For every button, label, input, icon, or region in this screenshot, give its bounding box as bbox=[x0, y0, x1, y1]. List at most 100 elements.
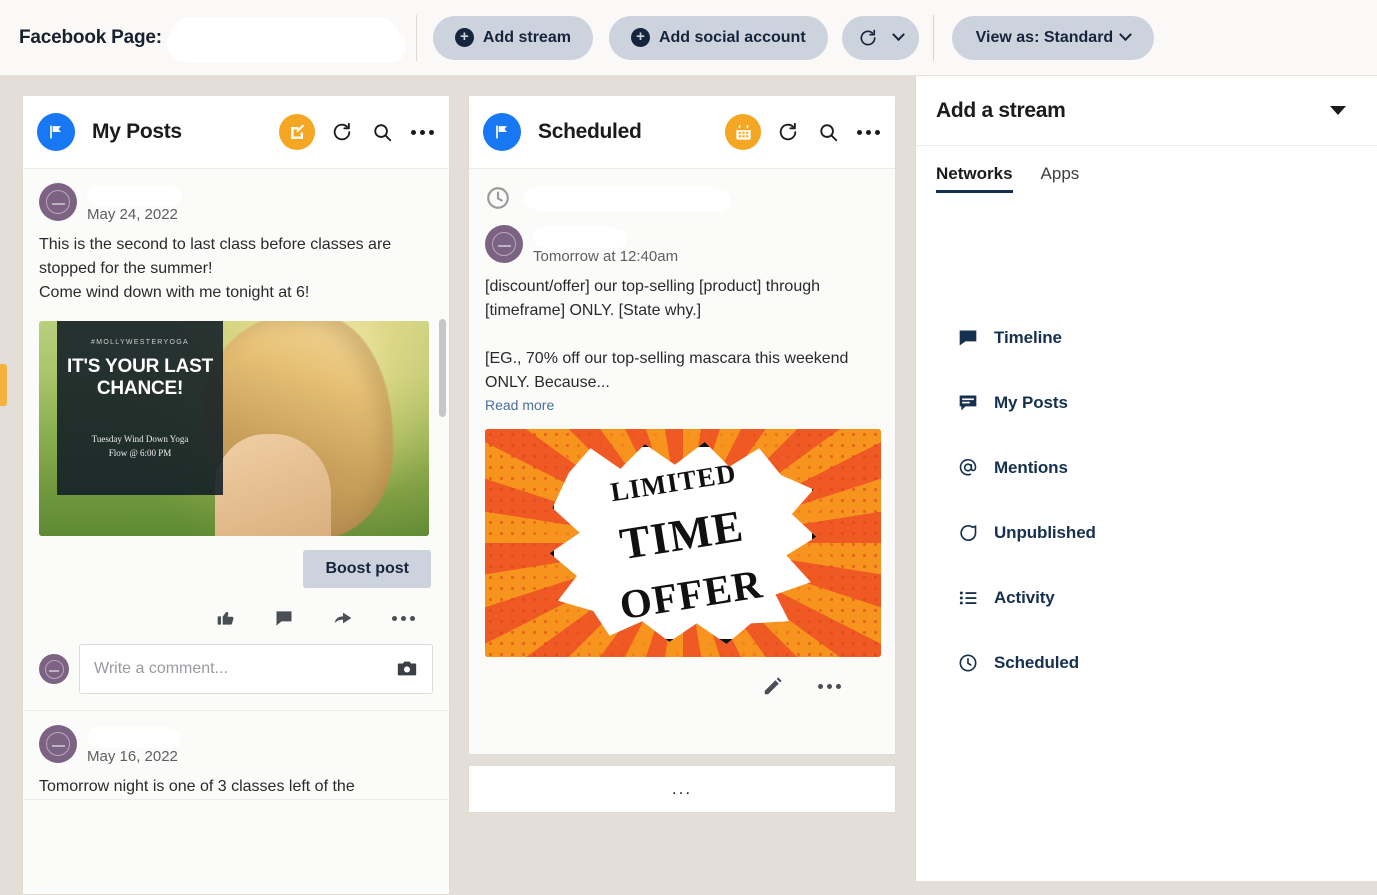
stream-option-timeline[interactable]: Timeline bbox=[958, 305, 1377, 370]
avatar bbox=[39, 725, 77, 763]
post-author-redacted bbox=[87, 185, 175, 204]
stream-option-label: Unpublished bbox=[994, 522, 1096, 542]
add-stream-button[interactable]: + Add stream bbox=[432, 15, 593, 60]
comment-icon[interactable] bbox=[274, 608, 294, 628]
yoga-image-subtitle: Tuesday Wind Down Yoga Flow @ 6:00 PM bbox=[91, 434, 189, 458]
search-icon[interactable] bbox=[369, 119, 395, 145]
at-icon bbox=[958, 457, 978, 478]
column-body[interactable]: May 24, 2022 This is the second to last … bbox=[23, 169, 449, 894]
camera-icon[interactable] bbox=[394, 658, 420, 680]
ellipsis-icon[interactable] bbox=[409, 119, 435, 145]
stream-option-label: Activity bbox=[994, 587, 1055, 607]
stream-option-label: Scheduled bbox=[994, 652, 1080, 672]
ellipsis-icon[interactable] bbox=[392, 608, 415, 628]
column-header: My Posts bbox=[23, 96, 449, 169]
boost-post-button[interactable]: Boost post bbox=[303, 550, 431, 588]
post-actions bbox=[39, 588, 433, 628]
calendar-icon[interactable] bbox=[725, 114, 761, 150]
post-author-redacted bbox=[87, 727, 175, 746]
comment-lines-icon bbox=[958, 393, 978, 413]
stream-option-label: Mentions bbox=[994, 457, 1068, 477]
post-header: May 16, 2022 bbox=[39, 725, 433, 765]
tab-networks[interactable]: Networks bbox=[936, 164, 1013, 193]
stream-option-scheduled[interactable]: Scheduled bbox=[958, 630, 1377, 695]
column-header: Scheduled bbox=[469, 96, 895, 169]
post-text: Tomorrow night is one of 3 classes left … bbox=[39, 778, 355, 795]
network-stream-list: Timeline My Posts Mentions Unpublished A… bbox=[916, 193, 1377, 695]
avatar bbox=[39, 654, 69, 684]
plus-icon: + bbox=[454, 28, 474, 47]
stream-option-my-posts[interactable]: My Posts bbox=[958, 370, 1377, 435]
offer-line-2: TIME bbox=[616, 500, 747, 570]
ellipsis-icon[interactable] bbox=[855, 119, 881, 145]
add-social-account-button[interactable]: + Add social account bbox=[608, 15, 828, 60]
page-name-redacted bbox=[169, 16, 400, 59]
stream-option-activity[interactable]: Activity bbox=[958, 565, 1377, 630]
comment-input[interactable] bbox=[94, 660, 394, 678]
panel-header: Add a stream bbox=[916, 76, 1377, 146]
column-title: My Posts bbox=[92, 120, 182, 143]
add-social-account-label: Add social account bbox=[658, 28, 806, 46]
comment-box[interactable] bbox=[79, 644, 433, 694]
stream-column-my-posts: My Posts May 24, 2022 This is the second… bbox=[22, 95, 450, 895]
refresh-icon[interactable] bbox=[775, 119, 801, 145]
refresh-icon[interactable] bbox=[329, 119, 355, 145]
list-icon bbox=[958, 588, 978, 608]
schedule-group-label-redacted bbox=[523, 187, 723, 209]
like-icon[interactable] bbox=[216, 608, 236, 628]
read-more-link[interactable]: Read more bbox=[485, 397, 879, 413]
post-date: May 16, 2022 bbox=[87, 748, 178, 765]
post-item: May 16, 2022 Tomorrow night is one of 3 … bbox=[23, 711, 449, 800]
yoga-image-overlay: #MOLLYWESTERYOGA IT'S YOUR LAST CHANCE! … bbox=[57, 321, 223, 495]
stream-column-scheduled: Scheduled Tomorrow at 12:40am [discount/… bbox=[468, 95, 896, 755]
post-text: [discount/offer] our top-selling [produc… bbox=[485, 278, 849, 391]
caret-down-icon[interactable] bbox=[1321, 94, 1355, 128]
left-edge-marker[interactable] bbox=[0, 364, 7, 406]
page-title: Facebook Page: bbox=[19, 26, 162, 48]
yoga-image-kicker: #MOLLYWESTERYOGA bbox=[91, 339, 189, 346]
facebook-flag-icon bbox=[483, 113, 521, 151]
avatar bbox=[485, 225, 523, 263]
stream-option-mentions[interactable]: Mentions bbox=[958, 435, 1377, 500]
column-header-actions bbox=[279, 114, 435, 150]
post-date: May 24, 2022 bbox=[87, 206, 178, 223]
ellipsis-icon[interactable] bbox=[818, 675, 841, 697]
add-stream-panel: Add a stream Networks Apps Timeline My P… bbox=[915, 76, 1377, 881]
comic-burst-text: LIMITED TIME OFFER bbox=[598, 443, 768, 644]
panel-tabs: Networks Apps bbox=[916, 146, 1377, 193]
plus-icon: + bbox=[630, 28, 650, 47]
column-header-actions bbox=[725, 114, 881, 150]
stream-option-unpublished[interactable]: Unpublished bbox=[958, 500, 1377, 565]
post-actions bbox=[485, 657, 879, 715]
refresh-button[interactable] bbox=[841, 15, 919, 60]
tab-apps[interactable]: Apps bbox=[1041, 164, 1080, 193]
view-as-label: View as: Standard bbox=[975, 28, 1114, 46]
post-header: Tomorrow at 12:40am bbox=[485, 225, 879, 265]
panel-title: Add a stream bbox=[936, 98, 1066, 122]
column-body[interactable]: Tomorrow at 12:40am [discount/offer] our… bbox=[469, 169, 895, 754]
comment-row bbox=[39, 628, 433, 710]
avatar bbox=[39, 183, 77, 221]
stream-board: My Posts May 24, 2022 This is the second… bbox=[0, 76, 915, 895]
post-image[interactable]: LIMITED TIME OFFER bbox=[485, 429, 881, 657]
view-as-button[interactable]: View as: Standard bbox=[951, 15, 1155, 60]
share-icon[interactable] bbox=[332, 608, 354, 628]
divider bbox=[932, 14, 934, 61]
search-icon[interactable] bbox=[815, 119, 841, 145]
refresh-icon bbox=[860, 29, 876, 45]
post-item: May 24, 2022 This is the second to last … bbox=[23, 169, 449, 711]
edit-icon[interactable] bbox=[762, 675, 784, 697]
offer-line-3: OFFER bbox=[616, 560, 766, 629]
chevron-down-icon bbox=[1119, 28, 1133, 42]
chevron-down-icon bbox=[891, 28, 905, 42]
column-scrollbar[interactable] bbox=[439, 319, 446, 417]
post-item: Tomorrow at 12:40am [discount/offer] our… bbox=[469, 211, 895, 715]
add-stream-label: Add stream bbox=[482, 28, 571, 46]
post-text: This is the second to last class before … bbox=[39, 236, 392, 301]
boost-row: Boost post bbox=[39, 536, 433, 588]
stream-option-label: My Posts bbox=[994, 392, 1068, 412]
compose-icon[interactable] bbox=[279, 114, 315, 150]
post-image[interactable]: #MOLLYWESTERYOGA IT'S YOUR LAST CHANCE! … bbox=[39, 321, 429, 536]
comment-outline-icon bbox=[958, 523, 978, 543]
post-scheduled-time: Tomorrow at 12:40am bbox=[533, 248, 679, 265]
